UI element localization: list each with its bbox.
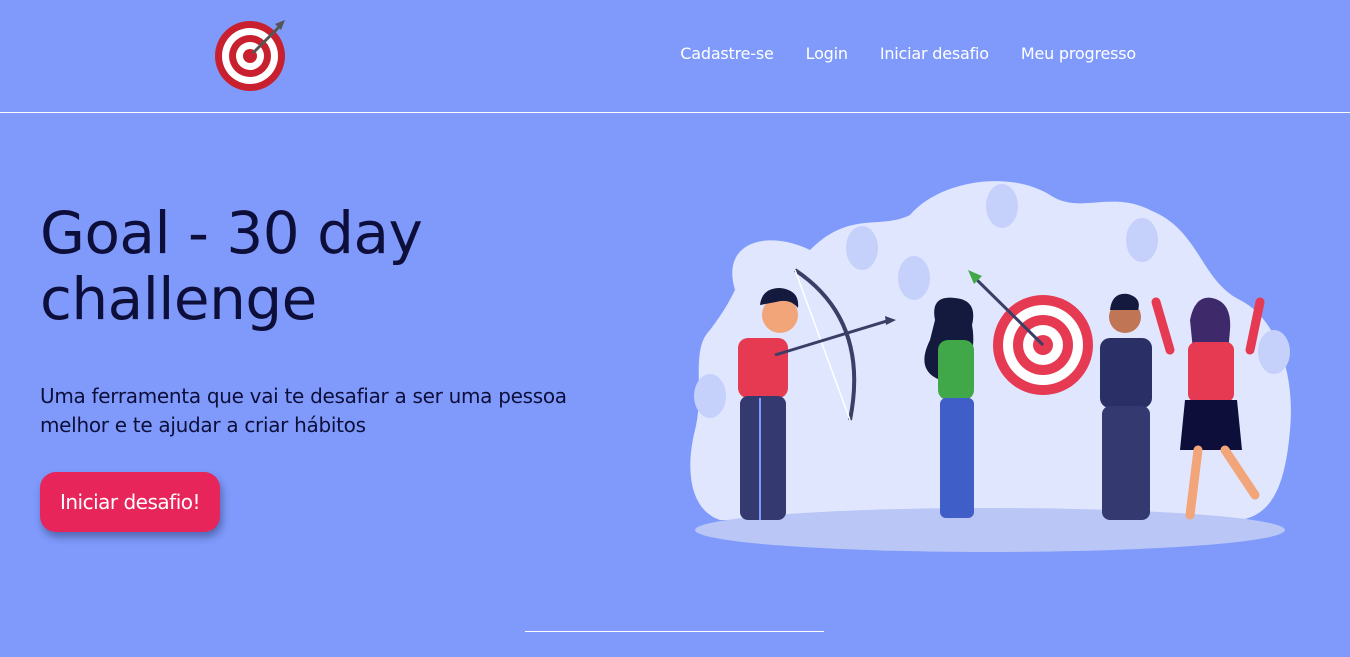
- section-divider: [525, 631, 824, 632]
- hero-subtitle: Uma ferramenta que vai te desafiar a ser…: [40, 384, 567, 437]
- nav-start-challenge-link[interactable]: Iniciar desafio: [880, 44, 989, 63]
- main-nav: Cadastre-se Login Iniciar desafio Meu pr…: [680, 44, 1136, 63]
- target-logo-icon[interactable]: [213, 18, 289, 92]
- team-archery-illustration: [690, 181, 1291, 552]
- nav-login-link[interactable]: Login: [806, 44, 848, 63]
- nav-my-progress-link[interactable]: Meu progresso: [1021, 44, 1136, 63]
- site-header: Cadastre-se Login Iniciar desafio Meu pr…: [0, 0, 1350, 113]
- hero-title: Goal - 30 day challenge: [40, 199, 423, 333]
- start-challenge-button[interactable]: Iniciar desafio!: [40, 472, 220, 532]
- nav-signup-link[interactable]: Cadastre-se: [680, 44, 774, 63]
